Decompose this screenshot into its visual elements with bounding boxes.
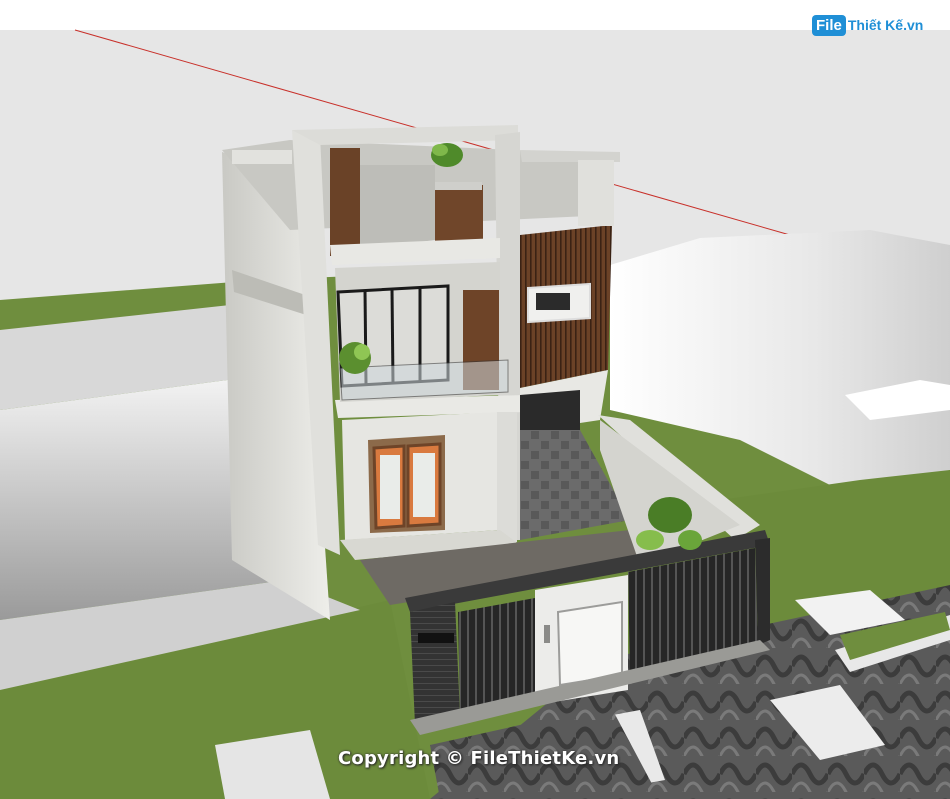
plant-roof: [431, 143, 463, 167]
site-logo[interactable]: File Thiết Kế.vn: [812, 12, 923, 38]
logo-name-text: Thiết Kế.vn: [847, 17, 924, 33]
logo-file-badge: File: [812, 14, 846, 36]
fence-pillar-left: [410, 602, 460, 725]
house-number-plate: [418, 633, 454, 643]
roof-inner: [360, 165, 435, 250]
mailbox-panel: [556, 600, 623, 687]
render-scene: File Thiết Kế.vn Copyright © FileThietKe…: [0, 0, 950, 799]
wood-panel-top-left: [330, 148, 360, 256]
wood-panel-top-right: [435, 185, 483, 243]
house-render: [0, 0, 950, 799]
plant-balcony: [339, 342, 371, 374]
copyright-watermark: Copyright © FileThietKe.vn: [338, 748, 620, 769]
roof-parapet: [232, 150, 292, 164]
ground-column-right: [497, 412, 517, 542]
tower-column: [578, 160, 614, 226]
